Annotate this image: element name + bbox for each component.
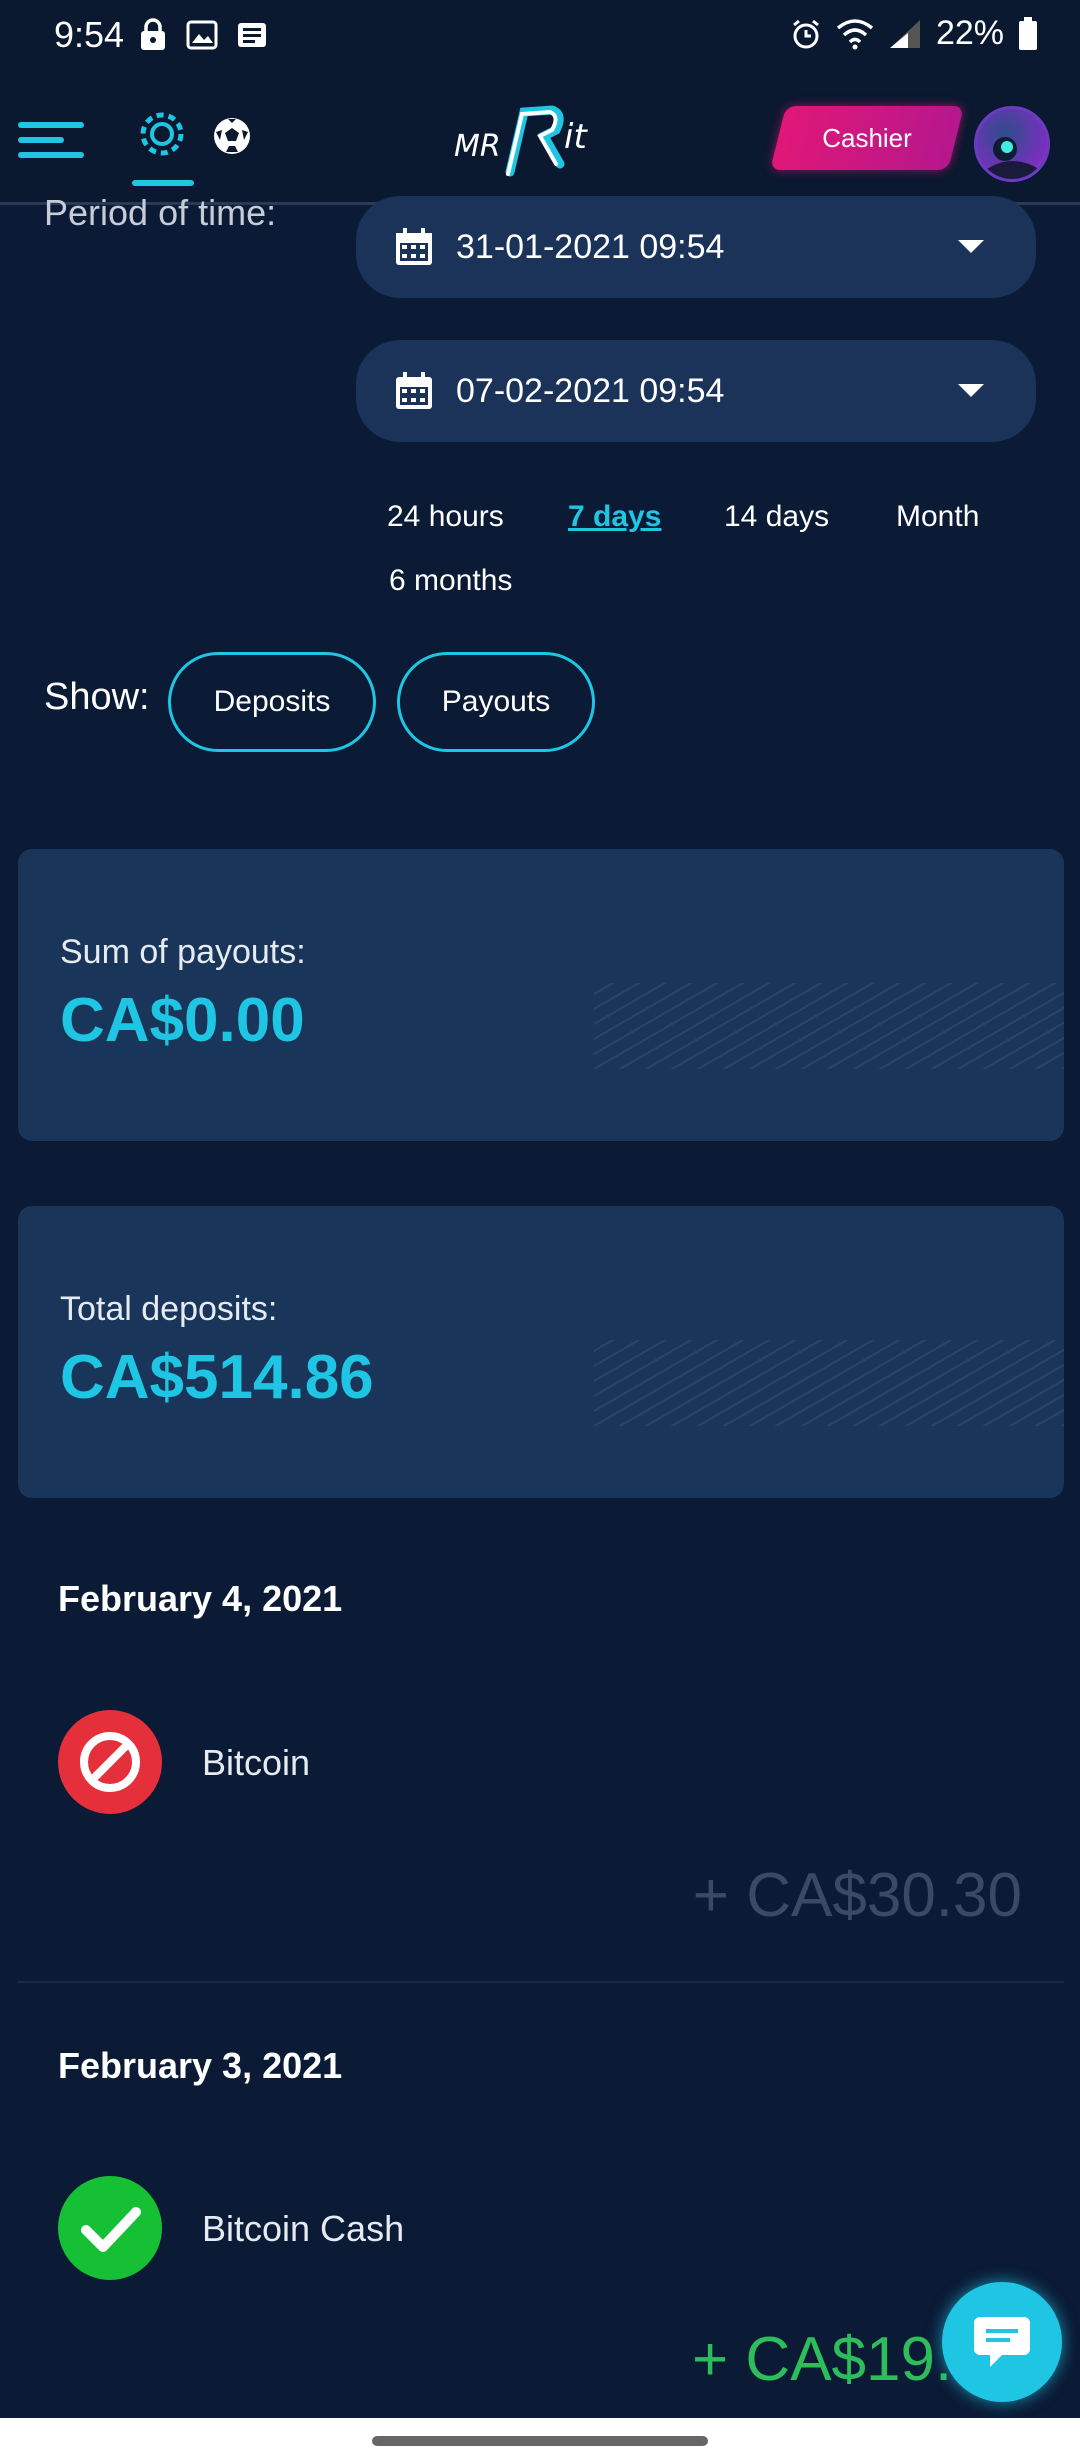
- payouts-filter-button[interactable]: Payouts: [397, 652, 595, 752]
- card-decoration: [594, 983, 1064, 1069]
- soccer-ball-icon: [214, 118, 250, 154]
- success-status-icon: [58, 2176, 162, 2280]
- battery-percent: 22%: [935, 14, 1004, 52]
- lock-icon: [141, 18, 165, 50]
- tab-casino[interactable]: [130, 112, 196, 186]
- period-label: Period of time:: [44, 192, 277, 233]
- calendar-icon: [396, 228, 432, 265]
- calendar-icon: [396, 372, 432, 409]
- cancelled-status-icon: [58, 1710, 162, 1814]
- range-month[interactable]: Month: [896, 500, 979, 534]
- mrbit-logo[interactable]: MR it: [452, 94, 632, 184]
- date-to-select[interactable]: 07-02-2021 09:54: [356, 340, 1036, 442]
- active-tab-indicator: [132, 180, 194, 186]
- svg-text:MR: MR: [454, 129, 501, 164]
- transaction-method: Bitcoin Cash: [202, 2208, 405, 2249]
- date-from-select[interactable]: 31-01-2021 09:54: [356, 196, 1036, 298]
- show-label: Show:: [44, 676, 150, 718]
- app-header: MR it Cashier: [0, 78, 1080, 205]
- status-bar: 9:54 22%: [0, 0, 1080, 78]
- gallery-icon: [186, 20, 218, 50]
- cashier-label: Cashier: [822, 122, 912, 153]
- deposits-summary-card: Total deposits: CA$514.86: [18, 1206, 1064, 1498]
- wifi-icon: [836, 18, 874, 49]
- status-time: 9:54: [54, 14, 125, 55]
- avatar[interactable]: [974, 106, 1050, 182]
- transaction-amount: + CA$30.30: [692, 1861, 1022, 1930]
- transaction-amount: + CA$19.: [692, 2325, 953, 2394]
- range-6-months[interactable]: 6 months: [389, 564, 512, 598]
- date-to-value: 07-02-2021 09:54: [456, 371, 725, 410]
- news-icon: [238, 23, 266, 47]
- date-from-value: 31-01-2021 09:54: [456, 227, 725, 266]
- payouts-title: Sum of payouts:: [60, 933, 306, 971]
- range-14-days[interactable]: 14 days: [724, 500, 829, 534]
- svg-text:it: it: [564, 117, 588, 157]
- casino-chip-icon: [140, 112, 184, 156]
- transaction-date: February 4, 2021: [58, 1578, 343, 1619]
- card-decoration: [594, 1340, 1064, 1426]
- home-gesture-handle[interactable]: [372, 2436, 708, 2446]
- payouts-amount: CA$0.00: [60, 986, 305, 1055]
- cashier-button[interactable]: Cashier: [770, 106, 964, 170]
- range-24-hours[interactable]: 24 hours: [387, 500, 504, 534]
- deposits-title: Total deposits:: [60, 1290, 278, 1328]
- alarm-icon: [793, 19, 819, 48]
- signal-icon: [889, 19, 920, 48]
- menu-icon[interactable]: [18, 122, 84, 162]
- payouts-summary-card: Sum of payouts: CA$0.00: [18, 849, 1064, 1141]
- range-7-days[interactable]: 7 days: [568, 500, 661, 534]
- system-nav-bar: [0, 2418, 1080, 2460]
- divider: [18, 1981, 1064, 1983]
- chat-button[interactable]: [942, 2282, 1062, 2402]
- transaction-date: February 3, 2021: [58, 2045, 343, 2086]
- battery-icon: [1019, 16, 1037, 50]
- deposits-filter-button[interactable]: Deposits: [168, 652, 376, 752]
- tab-sports[interactable]: [212, 116, 252, 161]
- chevron-down-icon: [958, 384, 984, 397]
- chat-icon: [974, 2317, 1030, 2367]
- chevron-down-icon: [958, 240, 984, 253]
- transaction-method: Bitcoin: [202, 1742, 311, 1783]
- deposits-amount: CA$514.86: [60, 1343, 374, 1412]
